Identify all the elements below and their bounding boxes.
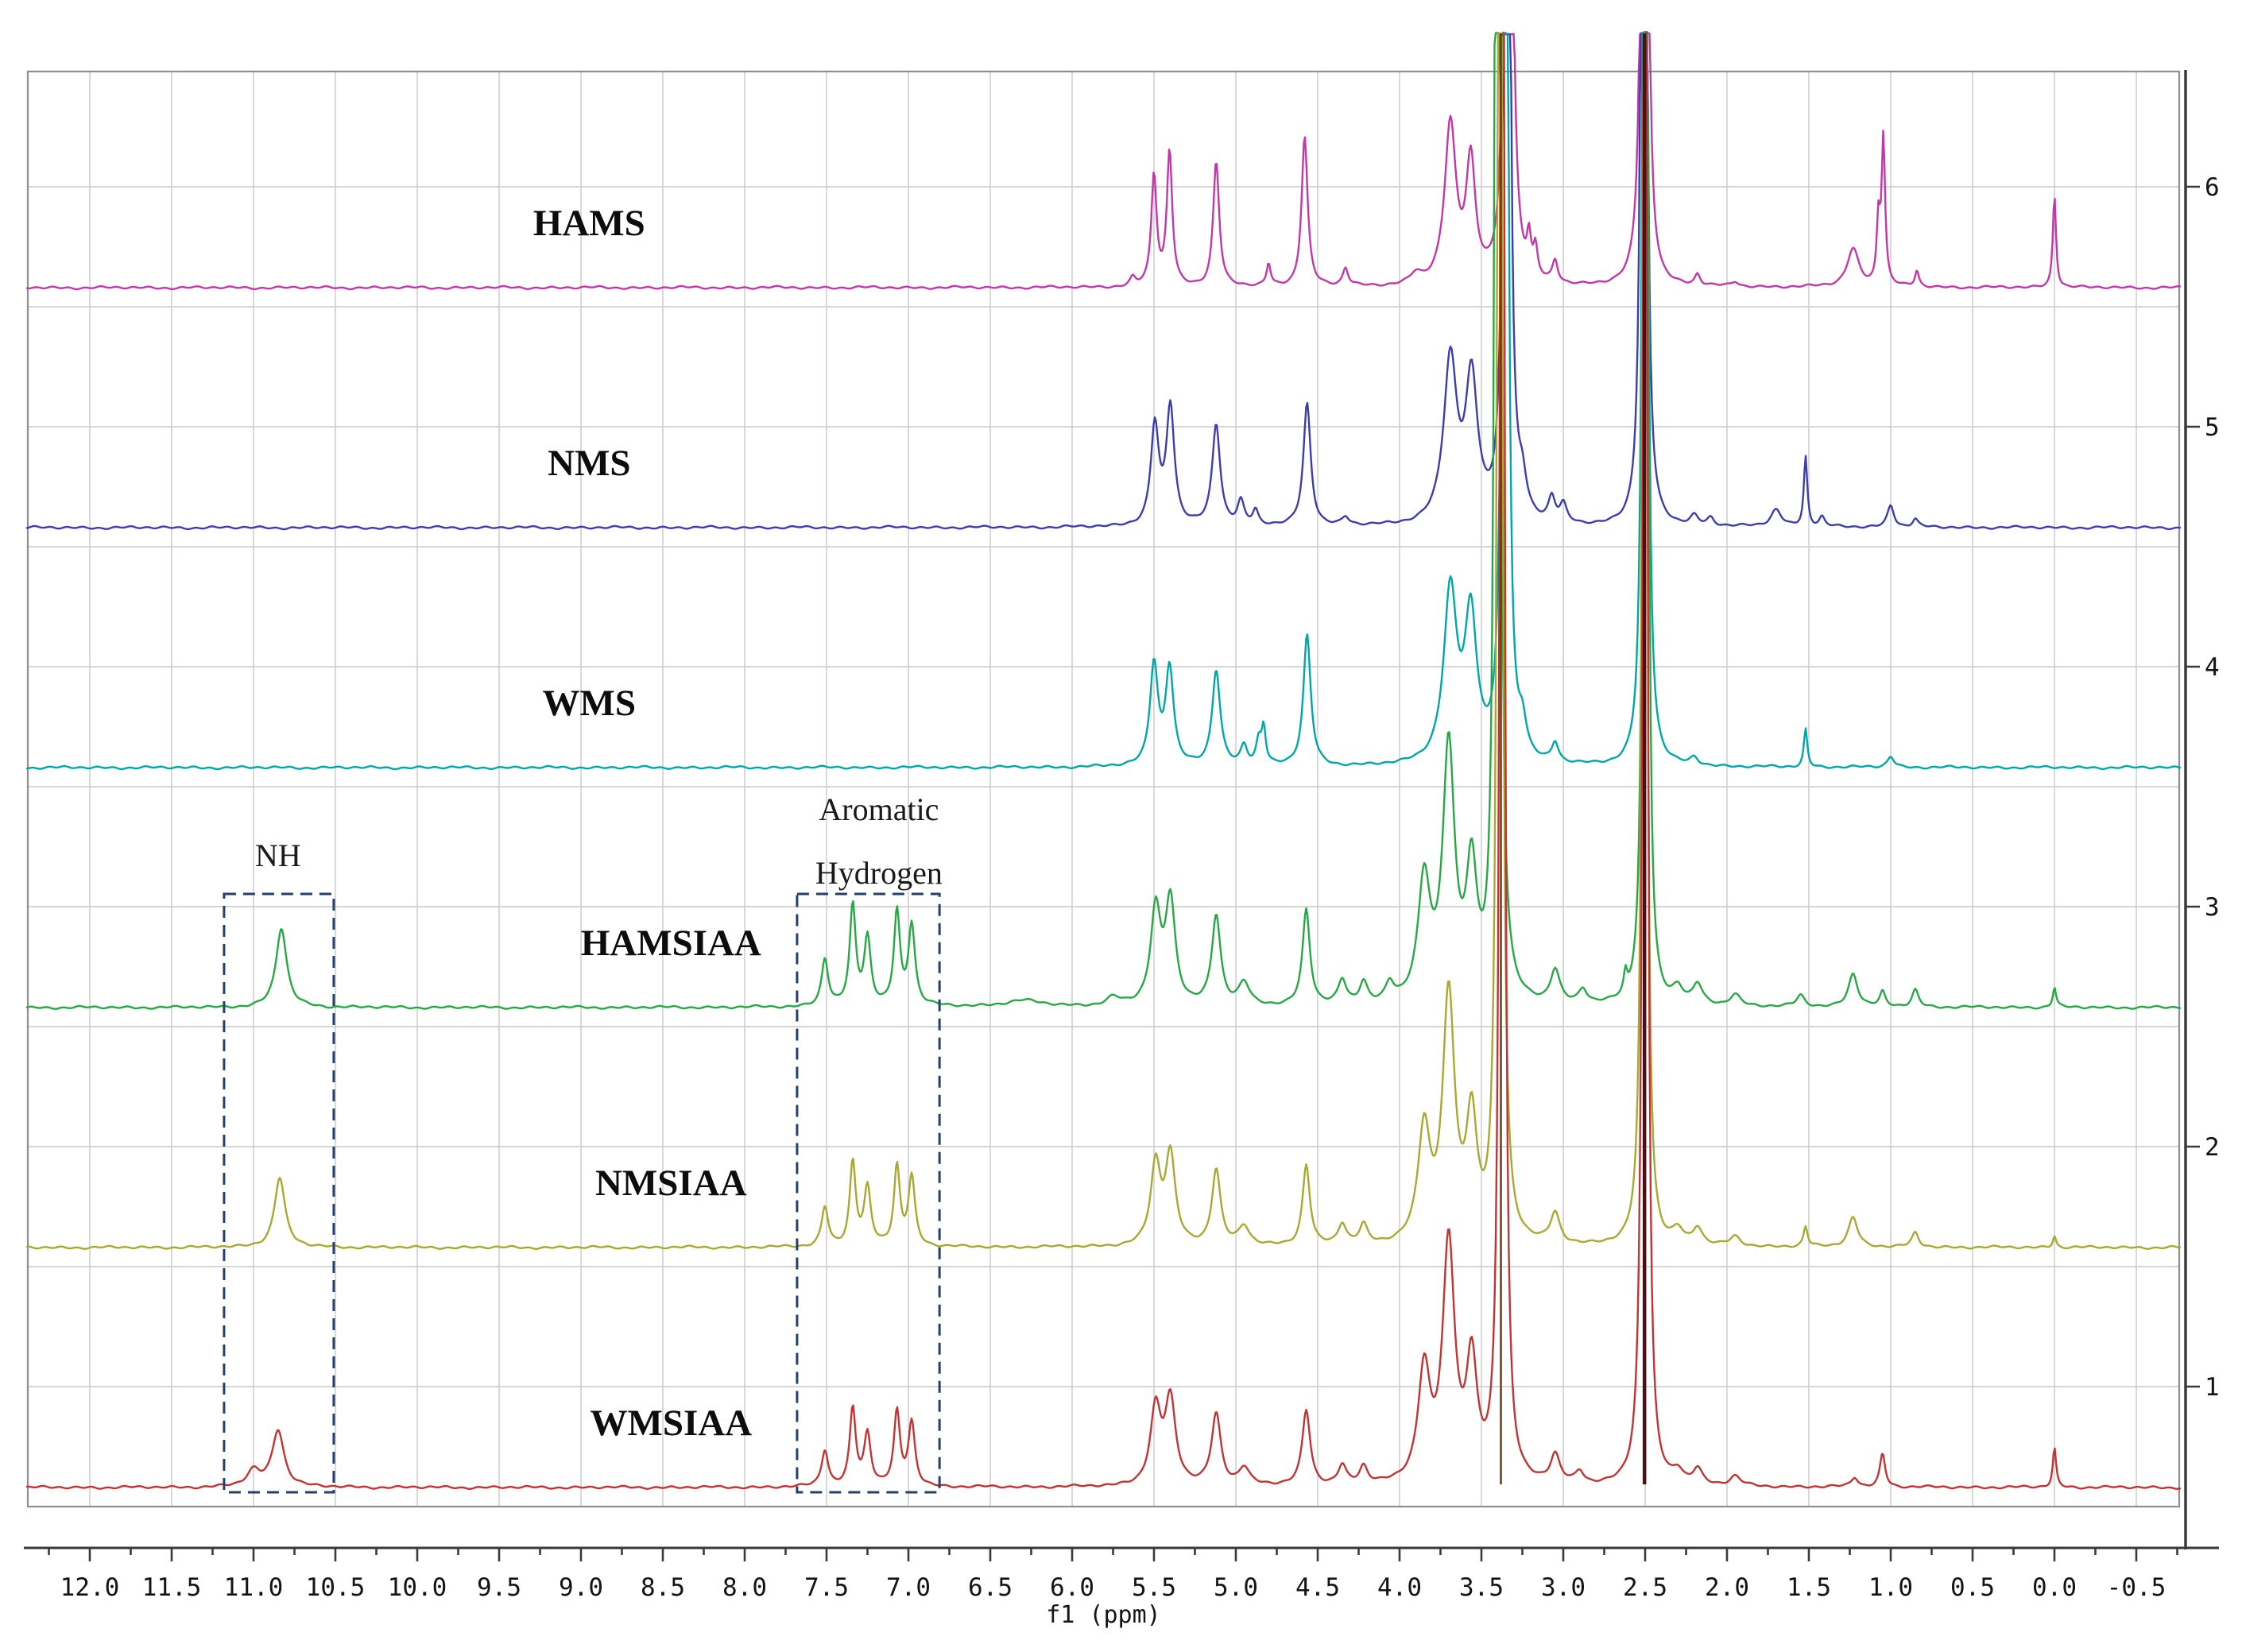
nh-annotation-label: NH — [255, 838, 301, 873]
x-tick-label: 9.5 — [477, 1573, 521, 1602]
x-tick-label: 8.0 — [722, 1573, 767, 1602]
x-tick-label: 6.0 — [1050, 1573, 1094, 1602]
spectrum-trace-hamsiaa — [25, 32, 2182, 1010]
spectrum-trace-wms — [25, 32, 2182, 771]
right-axis-tick-label: 4 — [2205, 653, 2220, 682]
right-axis-tick-label: 6 — [2205, 173, 2220, 202]
x-tick-label: 2.5 — [1623, 1573, 1667, 1602]
x-tick-label: 7.0 — [886, 1573, 931, 1602]
x-tick-label: -0.5 — [2107, 1573, 2166, 1602]
x-tick-label: 5.0 — [1214, 1573, 1258, 1602]
nh-region-box — [223, 892, 335, 1494]
aromatic-annotation-label-line2: Hydrogen — [815, 855, 943, 891]
sample-labels: HAMS NMS WMS HAMSIAA NMSIAA WMSIAA — [533, 203, 761, 1444]
x-tick-label: 12.0 — [60, 1573, 120, 1602]
x-tick-label: 7.5 — [804, 1573, 849, 1602]
x-tick-label: 1.5 — [1787, 1573, 1831, 1602]
x-tick-label: 5.5 — [1132, 1573, 1176, 1602]
x-tick-label: 9.0 — [559, 1573, 603, 1602]
x-tick-label: 6.5 — [968, 1573, 1013, 1602]
x-tick-label: 2.0 — [1705, 1573, 1749, 1602]
x-tick-label: 10.0 — [388, 1573, 447, 1602]
x-tick-label: 3.0 — [1541, 1573, 1586, 1602]
x-tick-label: 11.5 — [142, 1573, 202, 1602]
right-axis-tick-label: 2 — [2205, 1133, 2220, 1162]
spectrum-trace-nmsiaa — [25, 32, 2182, 1250]
sample-label-wmsiaa: WMSIAA — [590, 1402, 752, 1444]
x-tick-label: 0.0 — [2032, 1573, 2077, 1602]
x-tick-label: 8.5 — [641, 1573, 685, 1602]
right-axis-tick-label: 1 — [2205, 1373, 2220, 1402]
sample-label-nms: NMS — [548, 443, 630, 484]
sample-label-wms: WMS — [543, 683, 637, 724]
aromatic-annotation-label-line1: Aromatic — [819, 791, 939, 827]
nmr-spectra-canvas: 12.0 11.5 11.0 10.5 10.0 9.5 9.0 8.5 8.0 7.5 7.0 6.… — [24, 31, 2220, 1629]
spectra-traces — [25, 31, 2182, 1490]
x-axis-title: f1 (ppm) — [1046, 1601, 1161, 1629]
x-tick-label: 1.0 — [1868, 1573, 1913, 1602]
x-tick-label: 11.0 — [224, 1573, 284, 1602]
right-axis-tick-label: 3 — [2205, 893, 2220, 922]
x-tick-label: 4.5 — [1295, 1573, 1340, 1602]
x-tick-label: 3.5 — [1459, 1573, 1504, 1602]
x-tick-label: 4.0 — [1377, 1573, 1422, 1602]
nmr-figure: 12.0 11.5 11.0 10.5 10.0 9.5 9.0 8.5 8.0 7.5 7.0 6.… — [0, 0, 2242, 1652]
x-tick-label: 0.5 — [1950, 1573, 1995, 1602]
spectrum-trace-nms — [25, 31, 2182, 531]
sample-label-hams: HAMS — [533, 203, 645, 244]
x-tick-label: 10.5 — [306, 1573, 366, 1602]
spectrum-trace-wmsiaa — [25, 33, 2182, 1490]
sample-label-nmsiaa: NMSIAA — [595, 1163, 747, 1204]
sample-label-hamsiaa: HAMSIAA — [581, 923, 761, 964]
right-axis-tick-label: 5 — [2205, 413, 2220, 442]
axes: 12.0 11.5 11.0 10.5 10.0 9.5 9.0 8.5 8.0 7.5 7.0 6.… — [24, 70, 2220, 1629]
